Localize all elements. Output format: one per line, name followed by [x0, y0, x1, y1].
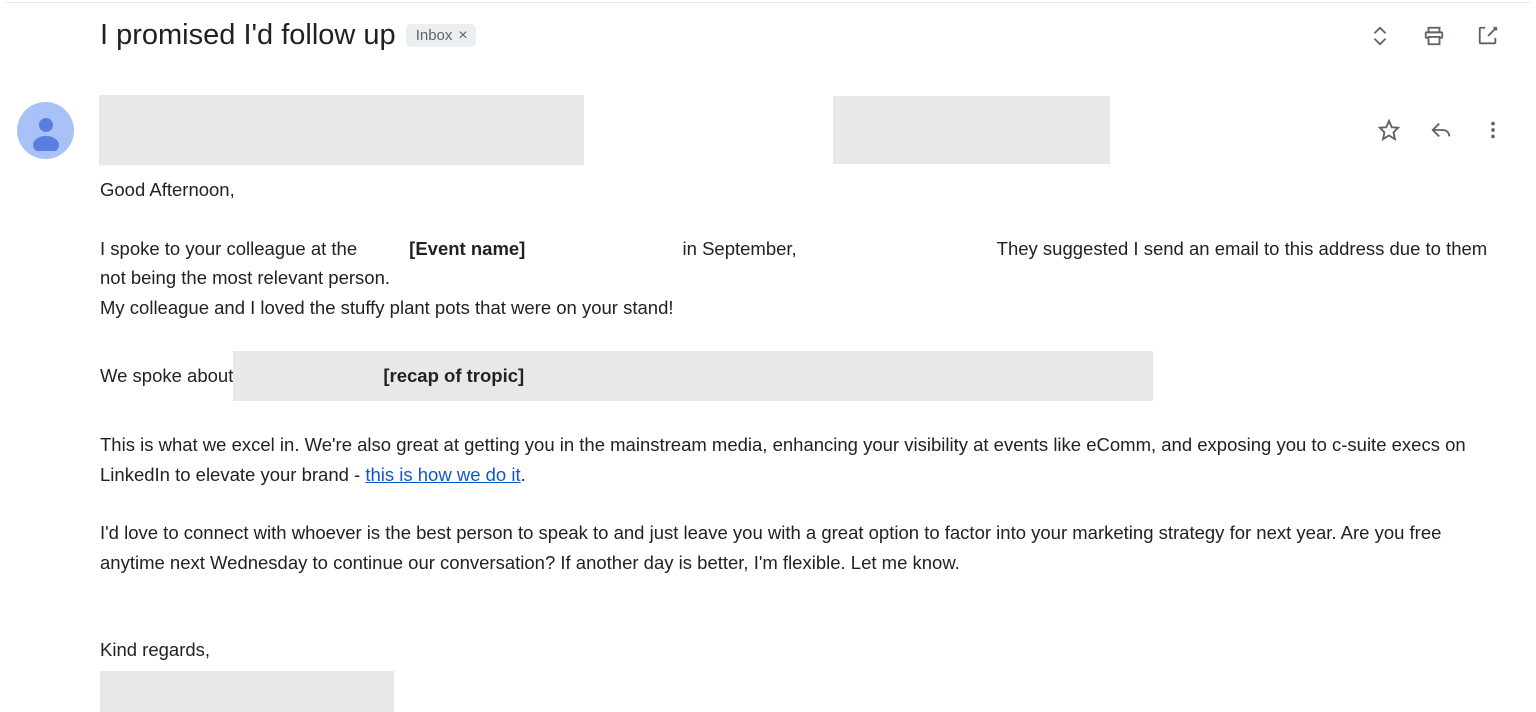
- email-body: Good Afternoon, I spoke to your colleagu…: [100, 175, 1499, 712]
- reply-icon[interactable]: [1429, 118, 1453, 142]
- topic-placeholder: [recap of tropic]: [383, 361, 524, 391]
- inbox-label-text: Inbox: [416, 27, 453, 44]
- divider: [6, 2, 1530, 3]
- text: .: [521, 464, 526, 485]
- text: in September,: [683, 238, 802, 259]
- text: We spoke about: [100, 361, 233, 391]
- text: This is what we excel in. We're also gre…: [100, 434, 1466, 485]
- email-header: I promised I'd follow up Inbox ×: [100, 19, 1500, 52]
- paragraph-3: This is what we excel in. We're also gre…: [100, 430, 1499, 489]
- email-subject: I promised I'd follow up: [100, 19, 396, 52]
- date-redacted: [833, 96, 1110, 164]
- sender-redacted: [99, 95, 584, 165]
- signoff: Kind regards,: [100, 635, 1499, 665]
- event-name-placeholder: [Event name]: [362, 234, 572, 264]
- sender-row: [99, 95, 1505, 165]
- inbox-label-chip[interactable]: Inbox ×: [406, 24, 476, 47]
- paragraph-1b: My colleague and I loved the stuffy plan…: [100, 293, 1499, 323]
- paragraph-4: I'd love to connect with whoever is the …: [100, 518, 1499, 577]
- message-actions: [1377, 118, 1505, 142]
- how-we-do-it-link[interactable]: this is how we do it: [365, 464, 520, 485]
- signature-redacted: [100, 671, 394, 712]
- avatar: [17, 102, 74, 159]
- greeting: Good Afternoon,: [100, 175, 1499, 205]
- header-actions: [1368, 24, 1500, 48]
- star-icon[interactable]: [1377, 118, 1401, 142]
- collapse-icon[interactable]: [1368, 24, 1392, 48]
- paragraph-2: We spoke about [recap of tropic]: [100, 351, 1499, 401]
- open-new-window-icon[interactable]: [1476, 24, 1500, 48]
- print-icon[interactable]: [1422, 24, 1446, 48]
- paragraph-1: I spoke to your colleague at the [Event …: [100, 234, 1499, 293]
- topic-redacted: [recap of tropic]: [233, 351, 1153, 401]
- remove-label-icon[interactable]: ×: [458, 28, 467, 44]
- text: I spoke to your colleague at the: [100, 238, 362, 259]
- more-actions-icon[interactable]: [1481, 118, 1505, 142]
